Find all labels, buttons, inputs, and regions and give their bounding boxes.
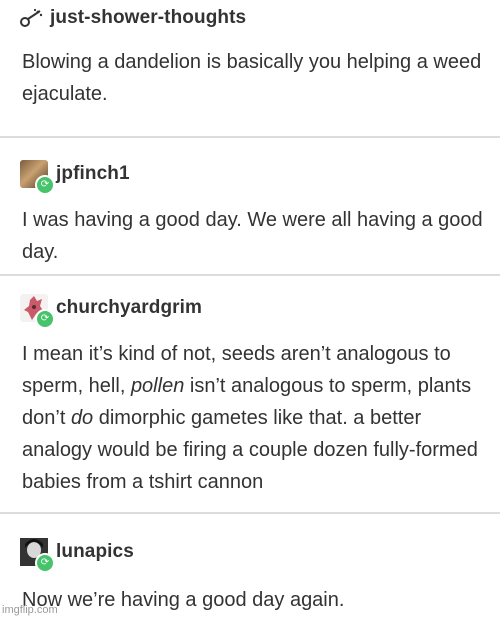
- post-header: just-shower-thoughts: [20, 0, 246, 36]
- post-just-shower-thoughts: just-shower-thoughts Blowing a dandelion…: [0, 0, 500, 135]
- reblog-icon: ⟳: [35, 553, 55, 573]
- post-text: Now we’re having a good day again.: [22, 589, 345, 611]
- post-text: Blowing a dandelion is basically you hel…: [22, 51, 482, 105]
- reblog-icon: ⟳: [35, 309, 55, 329]
- username[interactable]: churchyardgrim: [56, 297, 202, 319]
- post-text: I was having a good day. We were all hav…: [22, 209, 483, 263]
- post-header: ⟳ lunapics: [20, 534, 134, 573]
- post-jpfinch1: ⟳ jpfinch1 I was having a good day. We w…: [0, 138, 500, 274]
- username[interactable]: lunapics: [56, 541, 134, 563]
- post-lunapics: ⟳ lunapics Now we’re having a good day a…: [0, 514, 500, 618]
- post-churchyardgrim: ⟳ churchyardgrim I mean it’s kind of not…: [0, 276, 500, 512]
- username[interactable]: just-shower-thoughts: [50, 7, 246, 29]
- post-header: ⟳ jpfinch1: [20, 156, 130, 195]
- reblog-icon: ⟳: [35, 175, 55, 195]
- avatar[interactable]: ⟳: [20, 294, 55, 329]
- post-text: I mean it’s kind of not, seeds aren’t an…: [22, 343, 478, 493]
- dandelion-logo-icon: [20, 8, 43, 27]
- avatar[interactable]: ⟳: [20, 160, 55, 195]
- post-header: ⟳ churchyardgrim: [20, 290, 202, 329]
- avatar[interactable]: ⟳: [20, 538, 55, 573]
- watermark: imgflip.com: [2, 604, 58, 616]
- username[interactable]: jpfinch1: [56, 163, 130, 185]
